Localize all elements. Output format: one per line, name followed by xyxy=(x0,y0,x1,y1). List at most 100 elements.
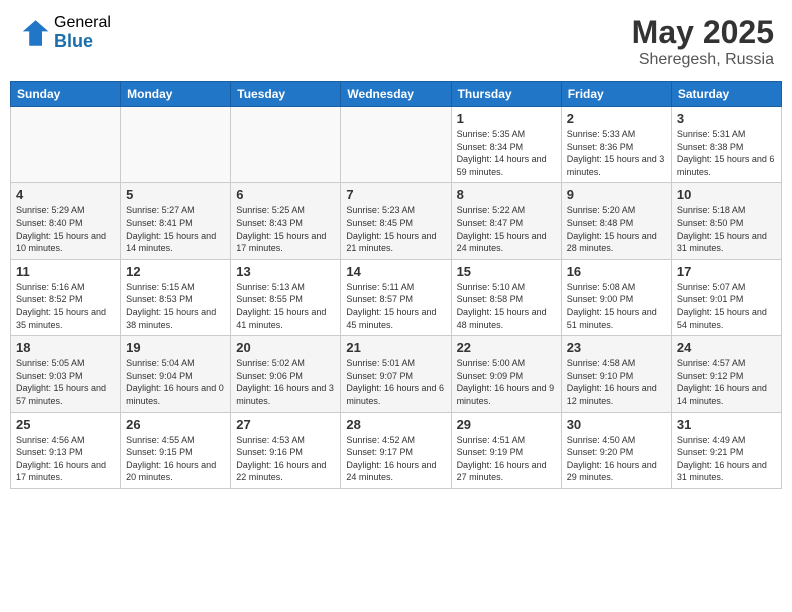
day-number: 5 xyxy=(126,187,225,202)
calendar-cell: 7Sunrise: 5:23 AMSunset: 8:45 PMDaylight… xyxy=(341,183,451,259)
day-number: 27 xyxy=(236,417,335,432)
day-number: 29 xyxy=(457,417,556,432)
day-details: Sunrise: 4:49 AMSunset: 9:21 PMDaylight:… xyxy=(677,434,776,484)
day-details: Sunrise: 5:25 AMSunset: 8:43 PMDaylight:… xyxy=(236,204,335,254)
calendar-cell: 21 Sunrise: 5:01 AMSunset: 9:07 PMDayligh… xyxy=(341,336,451,412)
day-number: 16 xyxy=(567,264,666,279)
weekday-header-thursday: Thursday xyxy=(451,82,561,107)
day-number: 21 xyxy=(346,340,445,355)
day-details: Sunrise: 5:16 AMSunset: 8:52 PMDaylight:… xyxy=(16,281,115,331)
day-number: 30 xyxy=(567,417,666,432)
day-number: 10 xyxy=(677,187,776,202)
day-number: 22 xyxy=(457,340,556,355)
day-details: Sunrise: 5:01 AMSunset: 9:07 PMDaylight:… xyxy=(346,357,445,407)
calendar-table: SundayMondayTuesdayWednesdayThursdayFrid… xyxy=(10,81,782,489)
day-details: Sunrise: 5:10 AMSunset: 8:58 PMDaylight:… xyxy=(457,281,556,331)
day-details: Sunrise: 5:08 AMSunset: 9:00 PMDaylight:… xyxy=(567,281,666,331)
calendar-cell: 17 Sunrise: 5:07 AMSunset: 9:01 PMDayligh… xyxy=(671,259,781,335)
calendar-week-row: 11 Sunrise: 5:16 AMSunset: 8:52 PMDayligh… xyxy=(11,259,782,335)
calendar-cell: 8Sunrise: 5:22 AMSunset: 8:47 PMDaylight… xyxy=(451,183,561,259)
day-details: Sunrise: 5:35 AMSunset: 8:34 PMDaylight:… xyxy=(457,128,556,178)
calendar-cell: 23 Sunrise: 4:58 AMSunset: 9:10 PMDayligh… xyxy=(561,336,671,412)
calendar-cell: 12 Sunrise: 5:15 AMSunset: 8:53 PMDayligh… xyxy=(121,259,231,335)
day-number: 19 xyxy=(126,340,225,355)
calendar-cell: 25Sunrise: 4:56 AMSunset: 9:13 PMDayligh… xyxy=(11,412,121,488)
day-details: Sunrise: 5:13 AMSunset: 8:55 PMDaylight:… xyxy=(236,281,335,331)
calendar-cell: 31 Sunrise: 4:49 AMSunset: 9:21 PMDayligh… xyxy=(671,412,781,488)
logo-general: General xyxy=(54,14,111,32)
calendar-cell: 15 Sunrise: 5:10 AMSunset: 8:58 PMDayligh… xyxy=(451,259,561,335)
logo: General Blue xyxy=(18,14,111,51)
day-details: Sunrise: 5:00 AMSunset: 9:09 PMDaylight:… xyxy=(457,357,556,407)
day-number: 12 xyxy=(126,264,225,279)
day-number: 20 xyxy=(236,340,335,355)
weekday-header-friday: Friday xyxy=(561,82,671,107)
day-details: Sunrise: 4:55 AMSunset: 9:15 PMDaylight:… xyxy=(126,434,225,484)
day-details: Sunrise: 5:31 AMSunset: 8:38 PMDaylight:… xyxy=(677,128,776,178)
day-number: 14 xyxy=(346,264,445,279)
day-number: 17 xyxy=(677,264,776,279)
day-number: 1 xyxy=(457,111,556,126)
calendar-week-row: 4 Sunrise: 5:29 AMSunset: 8:40 PMDaylight… xyxy=(11,183,782,259)
weekday-header-row: SundayMondayTuesdayWednesdayThursdayFrid… xyxy=(11,82,782,107)
day-number: 25 xyxy=(16,417,115,432)
day-number: 13 xyxy=(236,264,335,279)
calendar-cell: 1 Sunrise: 5:35 AMSunset: 8:34 PMDaylight… xyxy=(451,107,561,183)
calendar-cell: 9 Sunrise: 5:20 AMSunset: 8:48 PMDaylight… xyxy=(561,183,671,259)
logo-icon xyxy=(18,17,50,49)
calendar-cell xyxy=(121,107,231,183)
day-details: Sunrise: 4:50 AMSunset: 9:20 PMDaylight:… xyxy=(567,434,666,484)
day-number: 11 xyxy=(16,264,115,279)
day-details: Sunrise: 5:29 AMSunset: 8:40 PMDaylight:… xyxy=(16,204,115,254)
day-number: 2 xyxy=(567,111,666,126)
calendar-cell: 5Sunrise: 5:27 AMSunset: 8:41 PMDaylight… xyxy=(121,183,231,259)
day-number: 6 xyxy=(236,187,335,202)
calendar-cell: 26Sunrise: 4:55 AMSunset: 9:15 PMDayligh… xyxy=(121,412,231,488)
day-details: Sunrise: 5:23 AMSunset: 8:45 PMDaylight:… xyxy=(346,204,445,254)
day-details: Sunrise: 5:18 AMSunset: 8:50 PMDaylight:… xyxy=(677,204,776,254)
calendar-week-row: 1 Sunrise: 5:35 AMSunset: 8:34 PMDaylight… xyxy=(11,107,782,183)
day-details: Sunrise: 5:05 AMSunset: 9:03 PMDaylight:… xyxy=(16,357,115,407)
page-header: General Blue May 2025 Sheregesh, Russia xyxy=(10,10,782,73)
day-details: Sunrise: 5:07 AMSunset: 9:01 PMDaylight:… xyxy=(677,281,776,331)
day-details: Sunrise: 5:20 AMSunset: 8:48 PMDaylight:… xyxy=(567,204,666,254)
day-number: 31 xyxy=(677,417,776,432)
logo-text: General Blue xyxy=(54,14,111,51)
calendar-cell xyxy=(341,107,451,183)
calendar-week-row: 25Sunrise: 4:56 AMSunset: 9:13 PMDayligh… xyxy=(11,412,782,488)
weekday-header-sunday: Sunday xyxy=(11,82,121,107)
calendar-cell: 30 Sunrise: 4:50 AMSunset: 9:20 PMDayligh… xyxy=(561,412,671,488)
weekday-header-tuesday: Tuesday xyxy=(231,82,341,107)
calendar-cell: 3Sunrise: 5:31 AMSunset: 8:38 PMDaylight… xyxy=(671,107,781,183)
day-number: 15 xyxy=(457,264,556,279)
calendar-cell: 27Sunrise: 4:53 AMSunset: 9:16 PMDayligh… xyxy=(231,412,341,488)
title-block: May 2025 Sheregesh, Russia xyxy=(632,14,774,69)
calendar-cell: 22 Sunrise: 5:00 AMSunset: 9:09 PMDayligh… xyxy=(451,336,561,412)
day-details: Sunrise: 4:58 AMSunset: 9:10 PMDaylight:… xyxy=(567,357,666,407)
calendar-cell: 11 Sunrise: 5:16 AMSunset: 8:52 PMDayligh… xyxy=(11,259,121,335)
logo-blue: Blue xyxy=(54,32,111,52)
calendar-cell: 6 Sunrise: 5:25 AMSunset: 8:43 PMDaylight… xyxy=(231,183,341,259)
calendar-cell: 13 Sunrise: 5:13 AMSunset: 8:55 PMDayligh… xyxy=(231,259,341,335)
day-number: 24 xyxy=(677,340,776,355)
calendar-cell: 16 Sunrise: 5:08 AMSunset: 9:00 PMDayligh… xyxy=(561,259,671,335)
weekday-header-monday: Monday xyxy=(121,82,231,107)
day-details: Sunrise: 4:57 AMSunset: 9:12 PMDaylight:… xyxy=(677,357,776,407)
calendar-cell: 2Sunrise: 5:33 AMSunset: 8:36 PMDaylight… xyxy=(561,107,671,183)
location: Sheregesh, Russia xyxy=(632,51,774,69)
day-details: Sunrise: 5:15 AMSunset: 8:53 PMDaylight:… xyxy=(126,281,225,331)
day-number: 9 xyxy=(567,187,666,202)
calendar-cell xyxy=(11,107,121,183)
day-number: 18 xyxy=(16,340,115,355)
day-number: 23 xyxy=(567,340,666,355)
calendar-week-row: 18 Sunrise: 5:05 AMSunset: 9:03 PMDayligh… xyxy=(11,336,782,412)
day-number: 4 xyxy=(16,187,115,202)
calendar-cell: 10 Sunrise: 5:18 AMSunset: 8:50 PMDayligh… xyxy=(671,183,781,259)
day-details: Sunrise: 5:22 AMSunset: 8:47 PMDaylight:… xyxy=(457,204,556,254)
calendar-cell: 4 Sunrise: 5:29 AMSunset: 8:40 PMDaylight… xyxy=(11,183,121,259)
calendar-cell: 24 Sunrise: 4:57 AMSunset: 9:12 PMDayligh… xyxy=(671,336,781,412)
calendar-cell: 18 Sunrise: 5:05 AMSunset: 9:03 PMDayligh… xyxy=(11,336,121,412)
day-details: Sunrise: 4:52 AMSunset: 9:17 PMDaylight:… xyxy=(346,434,445,484)
calendar-cell xyxy=(231,107,341,183)
day-number: 28 xyxy=(346,417,445,432)
